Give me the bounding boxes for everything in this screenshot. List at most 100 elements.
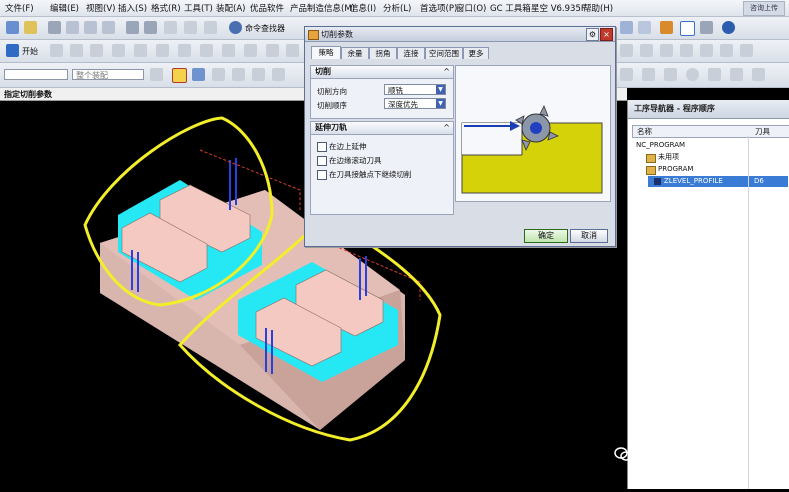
roll-tool-over-edges-label: 在边缘滚动刀具 bbox=[329, 156, 382, 165]
tool-icon[interactable] bbox=[70, 44, 83, 57]
start-label[interactable]: 开始 bbox=[22, 46, 38, 57]
tool-icon[interactable] bbox=[222, 44, 235, 57]
type-filter-combo[interactable] bbox=[4, 69, 68, 80]
cut-icon[interactable] bbox=[66, 21, 79, 34]
tool-icon[interactable] bbox=[272, 68, 285, 81]
undo-icon[interactable] bbox=[126, 21, 139, 34]
menu-help[interactable]: 帮助(H) bbox=[583, 2, 613, 14]
new-icon[interactable] bbox=[6, 21, 19, 34]
paste-icon[interactable] bbox=[102, 21, 115, 34]
menu-window[interactable]: 窗口(O) bbox=[456, 2, 486, 14]
command-finder-label[interactable]: 命令查找器 bbox=[245, 23, 285, 34]
cut-direction-label: 切削方向 bbox=[317, 87, 347, 96]
tool-icon[interactable] bbox=[90, 44, 103, 57]
line-icon[interactable] bbox=[620, 68, 633, 81]
cut-direction-select[interactable]: 顺铣 ▼ bbox=[384, 84, 446, 95]
repeat-icon[interactable] bbox=[184, 21, 197, 34]
menu-gc-toolbox[interactable]: GC 工具箱 bbox=[490, 2, 531, 14]
snap-point-icon[interactable] bbox=[172, 68, 187, 83]
tab-more[interactable]: 更多 bbox=[463, 47, 489, 59]
menu-analysis[interactable]: 分析(L) bbox=[383, 2, 411, 14]
menu-edit[interactable]: 编辑(E) bbox=[50, 2, 79, 14]
tool-icon[interactable] bbox=[660, 44, 673, 57]
upload-button[interactable]: 咨询上传 bbox=[743, 1, 785, 16]
tab-corners[interactable]: 拐角 bbox=[369, 47, 397, 59]
snap-icon[interactable] bbox=[660, 21, 673, 34]
nav-row-nc-program[interactable]: NC_PROGRAM bbox=[632, 140, 788, 151]
tool-icon[interactable] bbox=[200, 44, 213, 57]
cut-section-header[interactable]: 切削 ^ bbox=[311, 66, 453, 79]
menu-xingkong[interactable]: 星空 V6.935F bbox=[531, 2, 586, 14]
filter-icon[interactable] bbox=[204, 21, 217, 34]
tool-icon[interactable] bbox=[286, 44, 299, 57]
menu-youpin[interactable]: 优品软件 bbox=[250, 2, 284, 14]
tool-icon[interactable] bbox=[112, 44, 125, 57]
tool-icon[interactable] bbox=[252, 68, 265, 81]
roll-tool-over-edges-checkbox[interactable] bbox=[317, 156, 327, 166]
circle-icon[interactable] bbox=[686, 68, 699, 81]
orient-icon[interactable] bbox=[700, 21, 713, 34]
navigator-title: 工序导航器 - 程序顺序 bbox=[628, 100, 789, 119]
tool-icon[interactable] bbox=[266, 44, 279, 57]
menu-insert[interactable]: 插入(S) bbox=[118, 2, 147, 14]
cube-icon[interactable] bbox=[638, 21, 651, 34]
tool-icon[interactable] bbox=[232, 68, 245, 81]
dialog-menu-button[interactable]: ⚙ bbox=[586, 28, 599, 41]
ok-button[interactable]: 确定 bbox=[524, 229, 568, 243]
gear-icon[interactable] bbox=[722, 21, 735, 34]
view-icon[interactable] bbox=[620, 21, 633, 34]
nav-row-program[interactable]: PROGRAM bbox=[632, 164, 788, 175]
tool-icon[interactable] bbox=[156, 44, 169, 57]
save-icon[interactable] bbox=[48, 21, 61, 34]
tool-icon[interactable] bbox=[740, 44, 753, 57]
tab-strategy[interactable]: 策略 bbox=[311, 46, 341, 59]
cut-order-select[interactable]: 深度优先 ▼ bbox=[384, 98, 446, 109]
plane-icon[interactable] bbox=[730, 68, 743, 81]
continue-below-contact-checkbox[interactable] bbox=[317, 170, 327, 180]
menu-tools[interactable]: 工具(T) bbox=[184, 2, 213, 14]
tab-containment[interactable]: 空间范围 bbox=[425, 47, 463, 59]
col-tool[interactable]: 刀具 bbox=[755, 126, 770, 137]
dialog-titlebar[interactable]: 切削参数 ⚙ × bbox=[305, 27, 615, 42]
tool-icon[interactable] bbox=[178, 44, 191, 57]
tool-icon[interactable] bbox=[752, 68, 765, 81]
menu-format[interactable]: 格式(R) bbox=[151, 2, 181, 14]
nav-row-zlevel-profile[interactable]: ZLEVEL_PROFILE D6 bbox=[648, 176, 788, 187]
menu-view[interactable]: 视图(V) bbox=[86, 2, 115, 14]
extend-section-header[interactable]: 延伸刀轨 ^ bbox=[311, 122, 453, 135]
delete-icon[interactable] bbox=[164, 21, 177, 34]
command-finder-icon[interactable] bbox=[229, 21, 242, 34]
tool-icon[interactable] bbox=[50, 44, 63, 57]
tool-icon[interactable] bbox=[680, 44, 693, 57]
tool-icon[interactable] bbox=[134, 44, 147, 57]
open-icon[interactable] bbox=[24, 21, 37, 34]
scope-filter-combo[interactable]: 整个装配 bbox=[72, 69, 144, 80]
tool-icon[interactable] bbox=[640, 44, 653, 57]
arc-icon[interactable] bbox=[664, 68, 677, 81]
tool-icon[interactable] bbox=[244, 44, 257, 57]
tool-icon[interactable] bbox=[700, 44, 713, 57]
nav-row-unused[interactable]: 未用项 bbox=[632, 152, 788, 163]
tab-connections[interactable]: 连接 bbox=[397, 47, 425, 59]
menu-info[interactable]: 信息(I) bbox=[350, 2, 376, 14]
extend-at-edges-checkbox[interactable] bbox=[317, 142, 327, 152]
tool-icon[interactable] bbox=[620, 44, 633, 57]
arrow-icon[interactable] bbox=[192, 68, 205, 81]
start-icon[interactable] bbox=[6, 44, 19, 57]
menu-preferences[interactable]: 首选项(P) bbox=[420, 2, 457, 14]
select-icon[interactable] bbox=[150, 68, 163, 81]
close-icon[interactable]: × bbox=[600, 28, 613, 41]
menu-file[interactable]: 文件(F) bbox=[5, 2, 34, 14]
tool-icon[interactable] bbox=[720, 44, 733, 57]
tool-icon[interactable] bbox=[212, 68, 225, 81]
selection-icon[interactable] bbox=[680, 21, 695, 36]
copy-icon[interactable] bbox=[84, 21, 97, 34]
col-name[interactable]: 名称 bbox=[637, 126, 652, 137]
menu-pmi[interactable]: 产品制造信息(M) bbox=[290, 2, 355, 14]
point-icon[interactable] bbox=[708, 68, 721, 81]
tab-stock[interactable]: 余量 bbox=[341, 47, 369, 59]
cancel-button[interactable]: 取消 bbox=[570, 229, 608, 243]
redo-icon[interactable] bbox=[144, 21, 157, 34]
menu-assembly[interactable]: 装配(A) bbox=[216, 2, 245, 14]
curve-icon[interactable] bbox=[642, 68, 655, 81]
